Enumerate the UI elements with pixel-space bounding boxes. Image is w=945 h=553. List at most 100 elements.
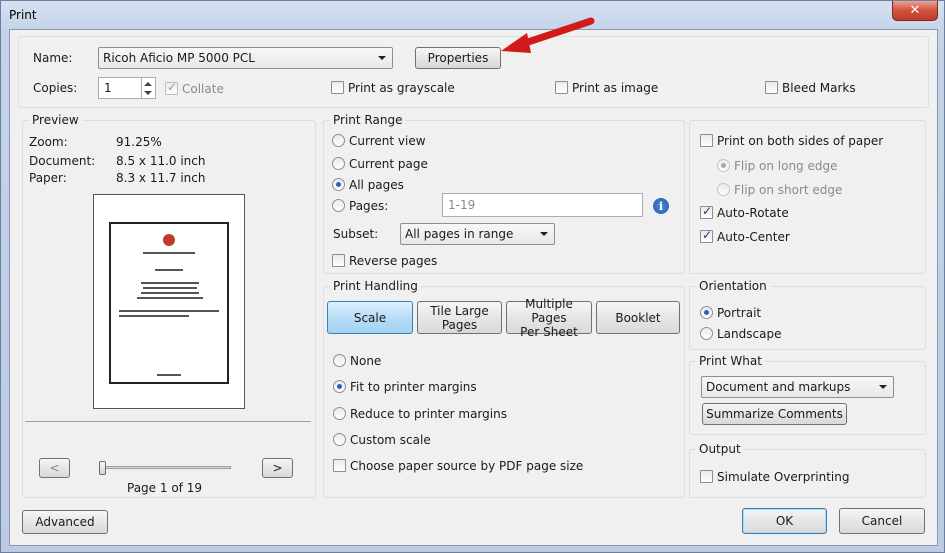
fit-margins-label: Fit to printer margins [350, 380, 477, 394]
print-as-image-checkbox[interactable] [555, 81, 568, 94]
paper-size-value: 8.3 x 11.7 inch [116, 171, 206, 185]
tab-multi-line-1: Multiple Pages [525, 296, 573, 325]
copies-input[interactable]: 1 [98, 77, 156, 99]
flip-short-edge-label: Flip on short edge [734, 183, 843, 197]
flip-long-edge-radio[interactable] [717, 159, 730, 172]
paper-source-label: Choose paper source by PDF page size [350, 459, 584, 473]
pages-input[interactable]: 1-19 [442, 193, 643, 217]
tab-tile-line-2: Pages [441, 317, 478, 332]
window-title: Print [9, 8, 37, 22]
collate-label: Collate [182, 82, 224, 96]
output-title: Output [696, 442, 744, 456]
preview-text-line [143, 287, 197, 289]
both-sides-checkbox[interactable] [700, 134, 713, 147]
preview-divider [25, 421, 311, 422]
chevron-down-icon [879, 385, 887, 389]
ok-button[interactable]: OK [742, 508, 827, 534]
reduce-margins-radio[interactable] [333, 407, 346, 420]
properties-button[interactable]: Properties [415, 47, 501, 69]
flip-long-edge-label: Flip on long edge [734, 159, 838, 173]
advanced-button[interactable]: Advanced [22, 510, 108, 534]
all-pages-radio[interactable] [332, 178, 345, 191]
portrait-radio[interactable] [700, 306, 713, 319]
flip-short-edge-radio[interactable] [717, 183, 730, 196]
orientation-group: Orientation Portrait Landscape [689, 279, 926, 350]
emblem-icon [163, 234, 175, 246]
collate-checkbox[interactable] [165, 80, 178, 95]
auto-rotate-label: Auto-Rotate [717, 206, 789, 220]
tab-tile-line-1: Tile Large [430, 303, 489, 318]
landscape-label: Landscape [717, 327, 782, 341]
print-what-group: Print What Document and markups Summariz… [689, 354, 926, 435]
arrow-up-icon[interactable] [144, 82, 152, 86]
paper-source-checkbox[interactable] [333, 459, 346, 472]
title-bar[interactable]: Print ✕ [1, 1, 944, 29]
simulate-overprinting-checkbox[interactable] [700, 470, 713, 483]
bleed-marks-checkbox[interactable] [765, 81, 778, 94]
printer-group: Name: Ricoh Aficio MP 5000 PCL Propertie… [18, 36, 929, 108]
tab-multiple-pages[interactable]: Multiple Pages Per Sheet [506, 297, 592, 339]
output-group: Output Simulate Overprinting [689, 442, 926, 498]
page-slider[interactable] [101, 466, 231, 469]
current-view-radio[interactable] [332, 134, 345, 147]
print-handling-title: Print Handling [330, 279, 421, 293]
zoom-label: Zoom: [29, 135, 68, 149]
pages-input-value: 1-19 [448, 198, 476, 212]
current-page-label: Current page [349, 157, 428, 171]
annotation-arrow-icon [501, 17, 595, 53]
document-size-label: Document: [29, 154, 96, 168]
tab-scale[interactable]: Scale [327, 301, 413, 334]
prev-page-button[interactable]: < [39, 458, 70, 478]
pages-label: Pages: [349, 199, 389, 213]
tab-booklet[interactable]: Booklet [596, 301, 680, 334]
fit-margins-radio[interactable] [333, 380, 346, 393]
scale-none-radio[interactable] [333, 354, 346, 367]
summarize-comments-button[interactable]: Summarize Comments [702, 403, 847, 425]
reverse-pages-checkbox[interactable] [332, 254, 345, 267]
grayscale-checkbox[interactable] [331, 81, 344, 94]
print-handling-group: Print Handling Scale Tile Large Pages Mu… [323, 279, 685, 498]
print-what-title: Print What [696, 354, 765, 368]
reverse-pages-label: Reverse pages [349, 254, 438, 268]
zoom-value: 91.25% [116, 135, 162, 149]
info-icon[interactable]: i [653, 198, 669, 214]
copies-label: Copies: [33, 81, 78, 95]
auto-rotate-checkbox[interactable] [700, 204, 713, 219]
preview-text-line [137, 297, 203, 299]
cancel-button[interactable]: Cancel [839, 508, 925, 534]
chevron-down-icon [378, 56, 386, 60]
page-preview [93, 194, 245, 409]
reduce-margins-label: Reduce to printer margins [350, 407, 507, 421]
printer-select-value: Ricoh Aficio MP 5000 PCL [103, 51, 255, 65]
tab-tile-large-pages[interactable]: Tile Large Pages [417, 301, 502, 334]
close-button[interactable]: ✕ [892, 1, 938, 21]
current-page-radio[interactable] [332, 157, 345, 170]
print-dialog-window: Print ✕ Name: Ricoh Aficio MP 5000 PCL P… [0, 0, 945, 553]
printer-select[interactable]: Ricoh Aficio MP 5000 PCL [98, 47, 393, 69]
preview-text-line [141, 292, 199, 294]
close-icon: ✕ [909, 3, 921, 18]
custom-scale-radio[interactable] [333, 433, 346, 446]
preview-text-line [143, 252, 195, 254]
subset-select[interactable]: All pages in range [400, 223, 555, 245]
bleed-marks-label: Bleed Marks [782, 81, 856, 95]
pages-radio[interactable] [332, 199, 345, 212]
custom-scale-label: Custom scale [350, 433, 431, 447]
preview-text-line [119, 310, 219, 312]
page-status: Page 1 of 19 [127, 481, 202, 495]
arrow-down-icon[interactable] [144, 91, 152, 95]
next-page-button[interactable]: > [262, 458, 293, 478]
print-what-select[interactable]: Document and markups [701, 376, 894, 398]
print-what-value: Document and markups [706, 380, 851, 394]
preview-text-line [157, 374, 181, 376]
paper-size-label: Paper: [29, 171, 67, 185]
page-slider-handle[interactable] [99, 461, 106, 475]
print-range-title: Print Range [330, 113, 406, 127]
portrait-label: Portrait [717, 306, 762, 320]
auto-center-label: Auto-Center [717, 230, 790, 244]
copies-stepper[interactable] [141, 78, 155, 98]
auto-center-checkbox[interactable] [700, 228, 713, 243]
preview-text-line [119, 315, 189, 317]
preview-group: Preview Zoom: 91.25% Document: 8.5 x 11.… [22, 113, 316, 498]
landscape-radio[interactable] [700, 327, 713, 340]
